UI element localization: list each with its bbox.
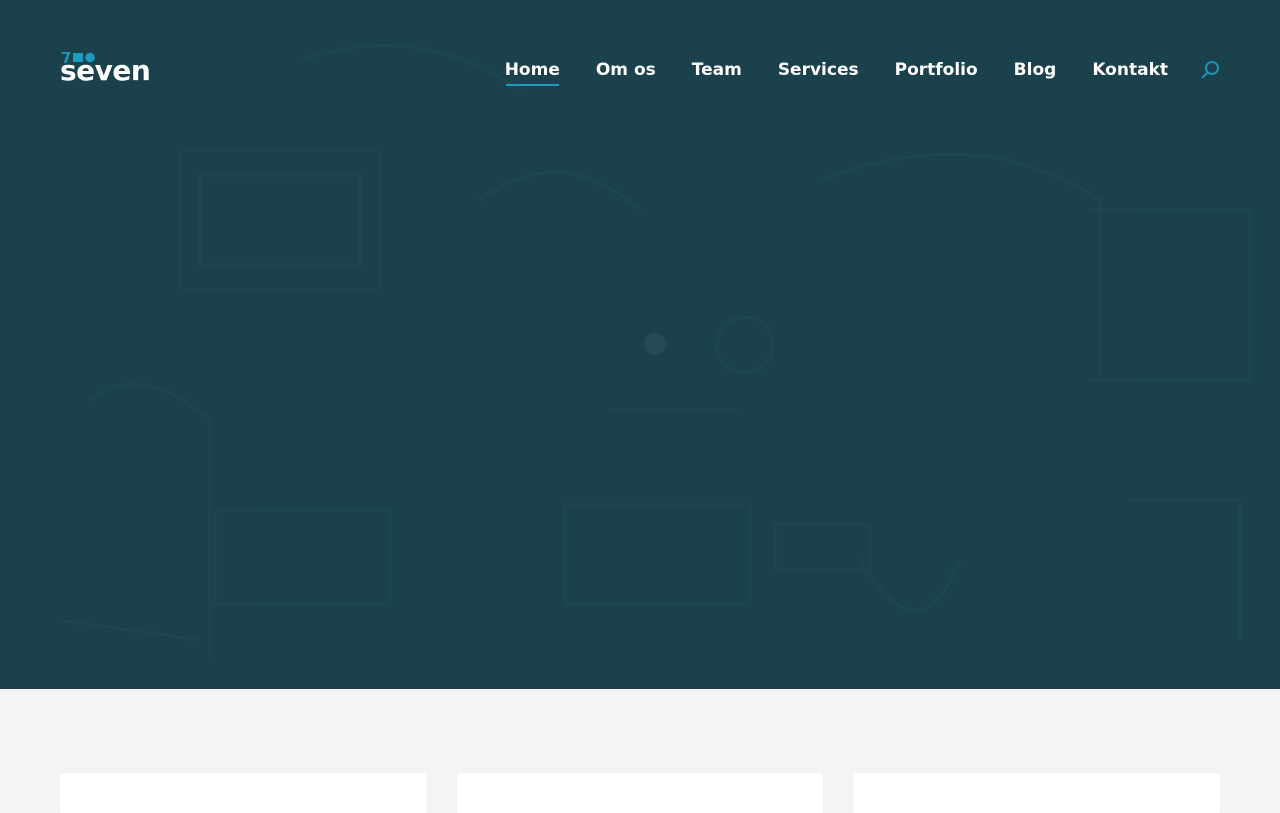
nav-item-blog[interactable]: Blog	[1014, 57, 1057, 83]
site-logo[interactable]: seven	[60, 50, 160, 90]
nav-item-om-os[interactable]: Om os	[596, 57, 656, 83]
site-header: seven Home Om os Team Services Portfolio…	[0, 0, 1280, 140]
nav-item-services[interactable]: Services	[778, 57, 859, 83]
loading-dot-icon	[644, 333, 666, 355]
feature-card	[60, 773, 427, 813]
search-icon	[1201, 61, 1219, 79]
nav-item-kontakt[interactable]: Kontakt	[1092, 57, 1168, 83]
hero-section: seven Home Om os Team Services Portfolio…	[0, 0, 1280, 689]
feature-card	[457, 773, 823, 813]
feature-card	[853, 773, 1220, 813]
logo-wordmark: seven	[60, 54, 151, 87]
nav-item-portfolio[interactable]: Portfolio	[895, 57, 978, 83]
search-button[interactable]	[1200, 59, 1222, 81]
main-nav: Home Om os Team Services Portfolio Blog …	[469, 57, 1168, 86]
feature-cards	[60, 773, 1220, 813]
nav-item-team[interactable]: Team	[692, 57, 742, 83]
nav-item-home[interactable]: Home	[505, 57, 560, 86]
